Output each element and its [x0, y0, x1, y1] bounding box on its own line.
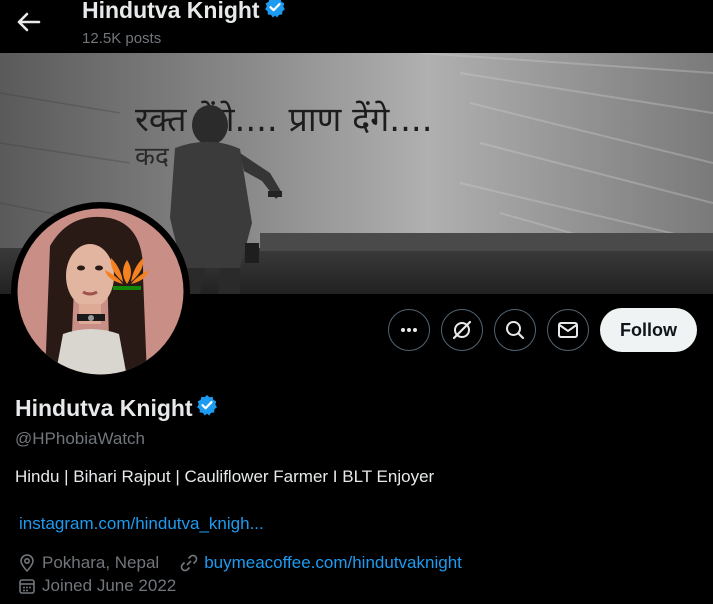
search-icon	[506, 321, 525, 340]
joined-text: Joined June 2022	[42, 576, 177, 595]
profile-meta-row: Pokhara, Nepal buymeacoffee.com/hindutva…	[17, 553, 462, 573]
grok-button[interactable]	[441, 309, 483, 351]
envelope-icon	[558, 322, 578, 338]
follow-button[interactable]: Follow	[600, 308, 697, 352]
more-button[interactable]	[388, 309, 430, 351]
profile-handle: @HPhobiaWatch	[15, 429, 146, 448]
top-bar: Hindutva Knight 12.5K posts	[0, 0, 713, 53]
location-icon	[17, 553, 37, 573]
verified-badge-icon[interactable]	[196, 394, 218, 422]
more-icon	[401, 328, 417, 332]
location-text: Pokhara, Nepal	[42, 553, 160, 572]
banner-wall-text: रक्त देंगे.... प्राण देंगे....	[135, 100, 433, 140]
profile-name-text: Hindutva Knight	[15, 395, 193, 421]
calendar-icon	[17, 576, 37, 596]
link-icon	[179, 553, 199, 573]
grok-icon	[452, 320, 472, 340]
message-button[interactable]	[547, 309, 589, 351]
profile-link[interactable]: buymeacoffee.com/hindutvaknight	[204, 553, 462, 573]
profile-joined-row: Joined June 2022	[17, 576, 176, 596]
banner-wall-text-2: कद	[135, 142, 170, 172]
profile-name: Hindutva Knight	[15, 394, 218, 424]
post-count: 12.5K posts	[82, 30, 162, 47]
verified-badge-icon[interactable]	[264, 0, 286, 24]
header-title: Hindutva Knight	[82, 0, 286, 26]
profile-bio: Hindu | Bihari Rajput | Cauliflower Farm…	[15, 467, 435, 486]
header-name: Hindutva Knight	[82, 0, 260, 23]
profile-avatar[interactable]	[15, 206, 186, 377]
arrow-left-icon[interactable]	[12, 8, 44, 36]
website-link[interactable]: instagram.com/hindutva_knigh...	[19, 514, 264, 534]
search-button[interactable]	[494, 309, 536, 351]
